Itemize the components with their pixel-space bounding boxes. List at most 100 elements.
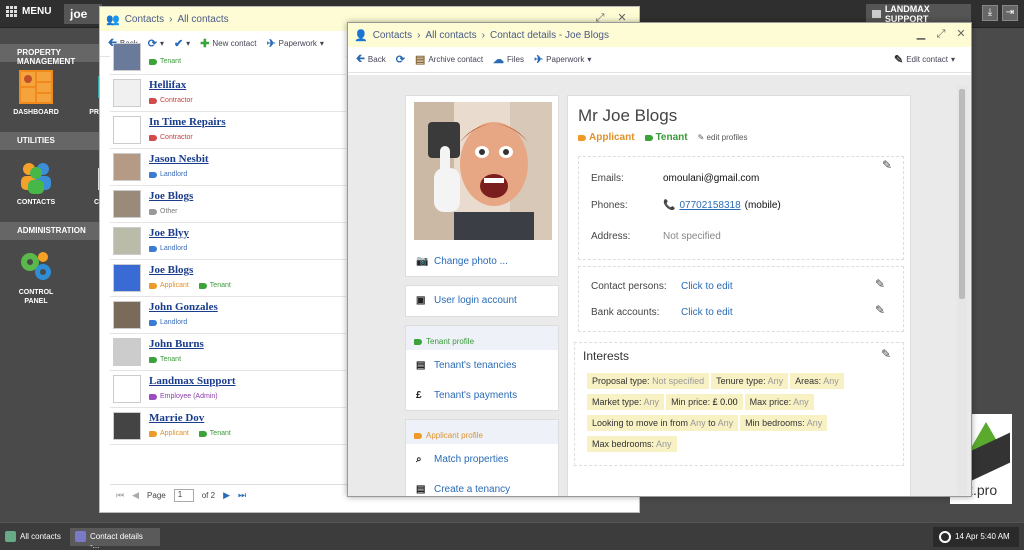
edit-bank-accounts-icon[interactable]: ✎ [875,303,885,317]
contact-avatar [113,227,141,255]
edit-profiles-link[interactable]: ✎ edit profiles [698,133,748,142]
contact-name-link[interactable]: Marrie Dov [149,412,204,424]
taskbar-item-all-contacts[interactable]: All contacts [0,528,67,546]
interest-chip-label: Market type: [592,397,642,407]
contact-row[interactable]: Tenant [110,43,346,75]
dropdown-caret-icon: ▾ [951,55,956,64]
sidebar-section-utilities: UTILITIES [0,132,112,150]
edit-interests-icon[interactable]: ✎ [881,347,891,361]
plus-icon: ✚ [200,38,210,50]
applicant-tag-label: Applicant [589,132,635,143]
contacts-icon [5,531,16,542]
contact-tag: Landlord [149,245,187,252]
emails-label: Emails: [591,173,624,184]
photo-card: 📷 Change photo ... [405,95,559,277]
contact-row[interactable]: Joe Blogs Other [110,186,346,223]
contact-name-link[interactable]: John Burns [149,338,204,350]
prev-page-icon[interactable]: ◀ [132,490,139,501]
scrollbar-thumb[interactable] [959,89,965,299]
contact-name-link[interactable]: Joe Blogs [149,264,193,276]
sidebar-tile-label: C [93,199,99,206]
refresh-button[interactable]: ⟳ [396,53,405,66]
contact-row[interactable]: Marrie Dov Applicant Tenant [110,408,346,445]
contact-tags: Tenant [149,356,181,363]
contact-tags: Applicant Tenant [149,282,231,289]
create-tenancy-button[interactable]: ▤ Create a tenancy [416,484,510,495]
archive-contact-button[interactable]: ▤ Archive contact [415,53,483,66]
menu-button[interactable]: MENU [6,6,51,17]
select-button[interactable]: ✔ ▾ [174,37,190,50]
contact-name-link[interactable]: Joe Blogs [149,190,193,202]
contact-row[interactable]: John Gonzales Landlord [110,297,346,334]
contact-name-link[interactable]: Jason Nesbit [149,153,209,165]
first-page-icon[interactable]: ⏮ [116,490,124,501]
contact-name-link[interactable]: Hellifax [149,79,186,91]
phone-entry: 📞 07702158318 (mobile) [663,200,781,211]
contact-tag: Landlord [149,319,187,326]
last-page-icon[interactable]: ⏭ [238,490,246,501]
interest-chip-label: Tenure type: [716,376,766,386]
contact-name-link[interactable]: Landmax Support [149,375,236,387]
menu-label: MENU [22,6,52,17]
breadcrumb-contacts[interactable]: Contacts [373,30,412,41]
interest-chip-value: Any [690,418,706,428]
tenants-tenancies-label: Tenant's tenancies [434,360,517,371]
bank-accounts-link[interactable]: Click to edit [681,307,733,318]
contact-persons-link[interactable]: Click to edit [681,281,733,292]
user-login-button[interactable]: ▣ User login account [416,295,517,306]
contact-name-link[interactable]: In Time Repairs [149,116,226,128]
sidebar-tile-control-panel[interactable]: CONTROL PANEL [1,250,71,306]
paperwork-button[interactable]: ✈ Paperwork ▾ [534,53,591,66]
page-input[interactable]: 1 [173,489,194,502]
sidebar-tile-dashboard[interactable]: DASHBOARD [1,70,71,117]
files-button[interactable]: ☁ Files [493,53,524,66]
minimize-icon[interactable]: ▁ [915,28,927,40]
contact-row[interactable]: Jason Nesbit Landlord [110,149,346,186]
new-contact-button[interactable]: ✚ New contact [200,37,256,50]
tenants-payments-label: Tenant's payments [434,390,518,401]
breadcrumb-all-contacts[interactable]: All contacts [178,14,229,25]
taskbar-item-contact-details[interactable]: Contact details -... [70,528,160,550]
contact-row[interactable]: Joe Blogs Applicant Tenant [110,260,346,297]
sidebar-tile-c[interactable]: C [71,160,99,207]
tenants-tenancies-button[interactable]: ▤ Tenant's tenancies [416,360,517,371]
phone-value[interactable]: 07702158318 [679,200,740,211]
contact-name-link[interactable]: John Gonzales [149,301,218,313]
contact-row[interactable]: Hellifax Contractor [110,75,346,112]
paperwork-button[interactable]: ✈ Paperwork ▾ [266,37,323,50]
interest-chip-value: Any [806,418,823,428]
tenants-payments-button[interactable]: £ Tenant's payments [416,390,517,401]
change-photo-button[interactable]: 📷 Change photo ... [416,256,508,267]
maximize-icon[interactable]: ⤢ [935,28,947,40]
next-page-icon[interactable]: ▶ [223,490,230,501]
sidebar-tile-properties[interactable]: PR [71,70,99,117]
gears-icon [19,250,53,284]
paperwork-icon: ✈ [266,38,276,50]
edit-contact-persons-icon[interactable]: ✎ [875,277,885,291]
contact-row[interactable]: Landmax Support Employee (Admin) [110,371,346,408]
contact-row[interactable]: In Time Repairs Contractor [110,112,346,149]
contact-tags: Tenant [149,58,181,65]
applicant-profile-card: Applicant profile ⌕ Match properties ▤ C… [405,419,559,496]
support-button[interactable]: LANDMAX SUPPORT [866,4,971,24]
close-icon[interactable]: ✕ [955,28,967,40]
contact-tag: Contractor [149,134,193,141]
edit-contact-button[interactable]: ✎ Edit contact ▾ [894,53,955,66]
download-icon[interactable]: ⤓ [982,5,998,21]
properties-icon [91,70,99,104]
scrollbar[interactable] [957,85,967,495]
match-properties-button[interactable]: ⌕ Match properties [416,454,508,465]
back-button[interactable]: 🡰Back [356,50,386,69]
breadcrumb-contacts[interactable]: Contacts [125,14,164,25]
applicant-tag: Applicant [578,132,635,143]
contact-name-link[interactable]: Joe Blyy [149,227,189,239]
contact-row[interactable]: John Burns Tenant [110,334,346,371]
refresh-button[interactable]: ⟳ ▾ [148,37,164,50]
contact-row[interactable]: Joe Blyy Landlord [110,223,346,260]
sidebar-tile-contacts[interactable]: CONTACTS [1,160,71,207]
breadcrumb-all-contacts[interactable]: All contacts [426,30,477,41]
user-chip[interactable]: joe [64,4,102,24]
phones-label: Phones: [591,200,628,211]
exit-icon[interactable]: ⇥ [1002,5,1018,21]
contact-tag: Applicant [149,430,189,437]
